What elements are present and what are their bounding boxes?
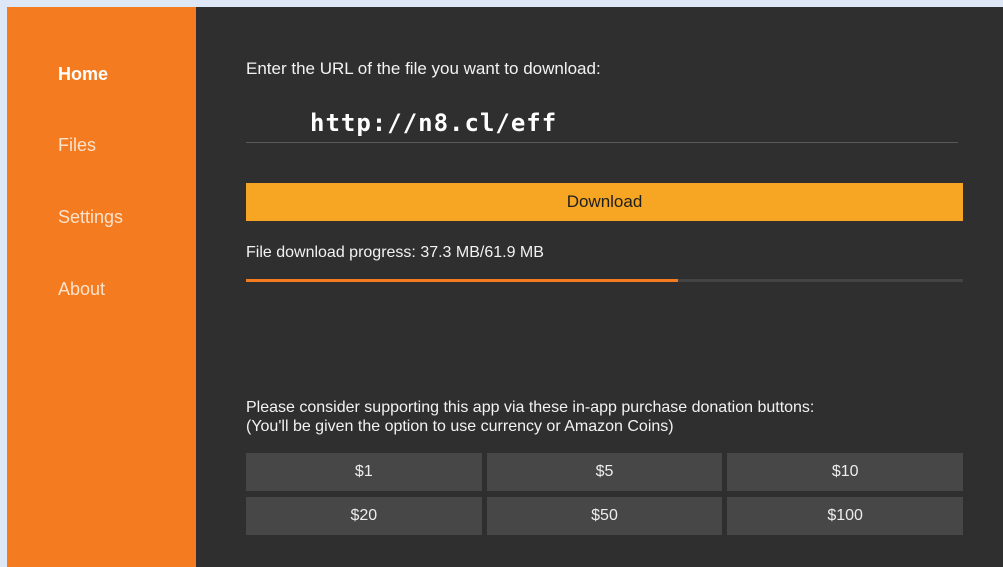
sidebar: Home Files Settings About (7, 7, 196, 567)
donation-message-line2: (You'll be given the option to use curre… (246, 418, 674, 435)
url-prompt-label: Enter the URL of the file you want to do… (246, 59, 601, 78)
url-input[interactable] (246, 103, 958, 143)
progress-bar (246, 279, 963, 282)
progress-status-text: File download progress: 37.3 MB/61.9 MB (246, 244, 544, 261)
app-window: Home Files Settings About Enter the URL … (7, 7, 1003, 567)
sidebar-item-about[interactable]: About (58, 279, 105, 300)
sidebar-item-home[interactable]: Home (58, 64, 108, 85)
download-button[interactable]: Download (246, 183, 963, 221)
sidebar-item-files[interactable]: Files (58, 135, 96, 156)
main-panel: Enter the URL of the file you want to do… (196, 7, 1003, 567)
sidebar-item-settings[interactable]: Settings (58, 207, 123, 228)
donate-5-button[interactable]: $5 (486, 453, 723, 491)
donation-message: Please consider supporting this app via … (246, 398, 986, 436)
donate-50-button[interactable]: $50 (486, 497, 723, 535)
donate-1-button[interactable]: $1 (246, 453, 482, 491)
donate-10-button[interactable]: $10 (727, 453, 963, 491)
donate-100-button[interactable]: $100 (727, 497, 963, 535)
donation-buttons: $1 $5 $10 $20 $50 $100 (246, 453, 963, 535)
progress-bar-fill (246, 279, 679, 282)
donation-message-line1: Please consider supporting this app via … (246, 399, 815, 416)
donate-20-button[interactable]: $20 (246, 497, 482, 535)
